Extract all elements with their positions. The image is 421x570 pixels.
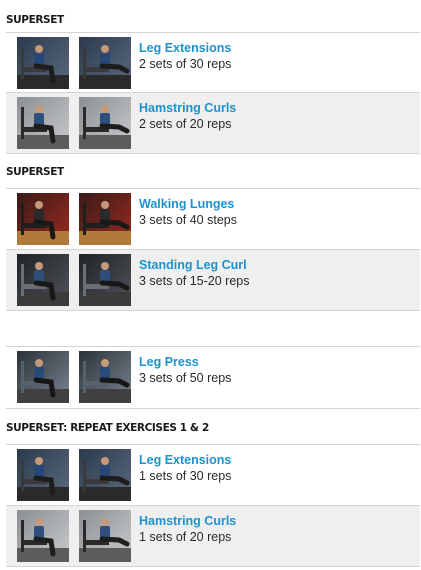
exercise-row: Leg Press 3 sets of 50 reps bbox=[6, 347, 420, 407]
exercise-sets: 2 sets of 20 reps bbox=[139, 117, 232, 131]
exercise-row: Leg Extensions 1 sets of 30 reps bbox=[6, 445, 420, 505]
exercise-link[interactable]: Leg Extensions bbox=[139, 453, 231, 467]
exercise-link[interactable]: Standing Leg Curl bbox=[139, 258, 247, 272]
exercise-thumbnail-start[interactable] bbox=[17, 97, 69, 149]
exercise-thumbnail-end[interactable] bbox=[79, 351, 131, 403]
exercise-link[interactable]: Leg Press bbox=[139, 355, 199, 369]
exercise-thumbnail-end[interactable] bbox=[79, 449, 131, 501]
exercise-thumbnail-end[interactable] bbox=[79, 510, 131, 562]
exercise-sets: 3 sets of 40 steps bbox=[139, 213, 237, 227]
exercise-thumbnail-end[interactable] bbox=[79, 193, 131, 245]
exercise-sets: 3 sets of 50 reps bbox=[139, 371, 232, 385]
exercise-row: Hamstring Curls 1 sets of 20 reps bbox=[6, 506, 420, 566]
exercise-thumbnail-end[interactable] bbox=[79, 37, 131, 89]
exercise-row: Standing Leg Curl 3 sets of 15-20 reps bbox=[6, 250, 420, 310]
exercise-thumbnail-start[interactable] bbox=[17, 193, 69, 245]
exercise-row: Hamstring Curls 2 sets of 20 reps bbox=[6, 93, 420, 153]
exercise-thumbnail-start[interactable] bbox=[17, 351, 69, 403]
divider bbox=[6, 408, 420, 409]
exercise-sets: 1 sets of 30 reps bbox=[139, 469, 232, 483]
exercise-link[interactable]: Leg Extensions bbox=[139, 41, 231, 55]
exercise-thumbnail-start[interactable] bbox=[17, 254, 69, 306]
exercise-thumbnail-start[interactable] bbox=[17, 449, 69, 501]
section-header: SUPERSET: REPEAT EXERCISES 1 & 2 bbox=[6, 422, 209, 434]
divider bbox=[6, 566, 420, 567]
exercise-thumbnail-start[interactable] bbox=[17, 510, 69, 562]
section-header: SUPERSET bbox=[6, 166, 64, 178]
exercise-row: Walking Lunges 3 sets of 40 steps bbox=[6, 189, 420, 249]
exercise-row: Leg Extensions 2 sets of 30 reps bbox=[6, 33, 420, 93]
divider bbox=[6, 153, 420, 154]
exercise-link[interactable]: Hamstring Curls bbox=[139, 514, 236, 528]
exercise-thumbnail-start[interactable] bbox=[17, 37, 69, 89]
exercise-thumbnail-end[interactable] bbox=[79, 97, 131, 149]
exercise-thumbnail-end[interactable] bbox=[79, 254, 131, 306]
exercise-sets: 3 sets of 15-20 reps bbox=[139, 274, 250, 288]
exercise-link[interactable]: Walking Lunges bbox=[139, 197, 234, 211]
exercise-link[interactable]: Hamstring Curls bbox=[139, 101, 236, 115]
divider bbox=[6, 310, 420, 311]
exercise-sets: 2 sets of 30 reps bbox=[139, 57, 232, 71]
section-header: SUPERSET bbox=[6, 14, 64, 26]
exercise-sets: 1 sets of 20 reps bbox=[139, 530, 232, 544]
